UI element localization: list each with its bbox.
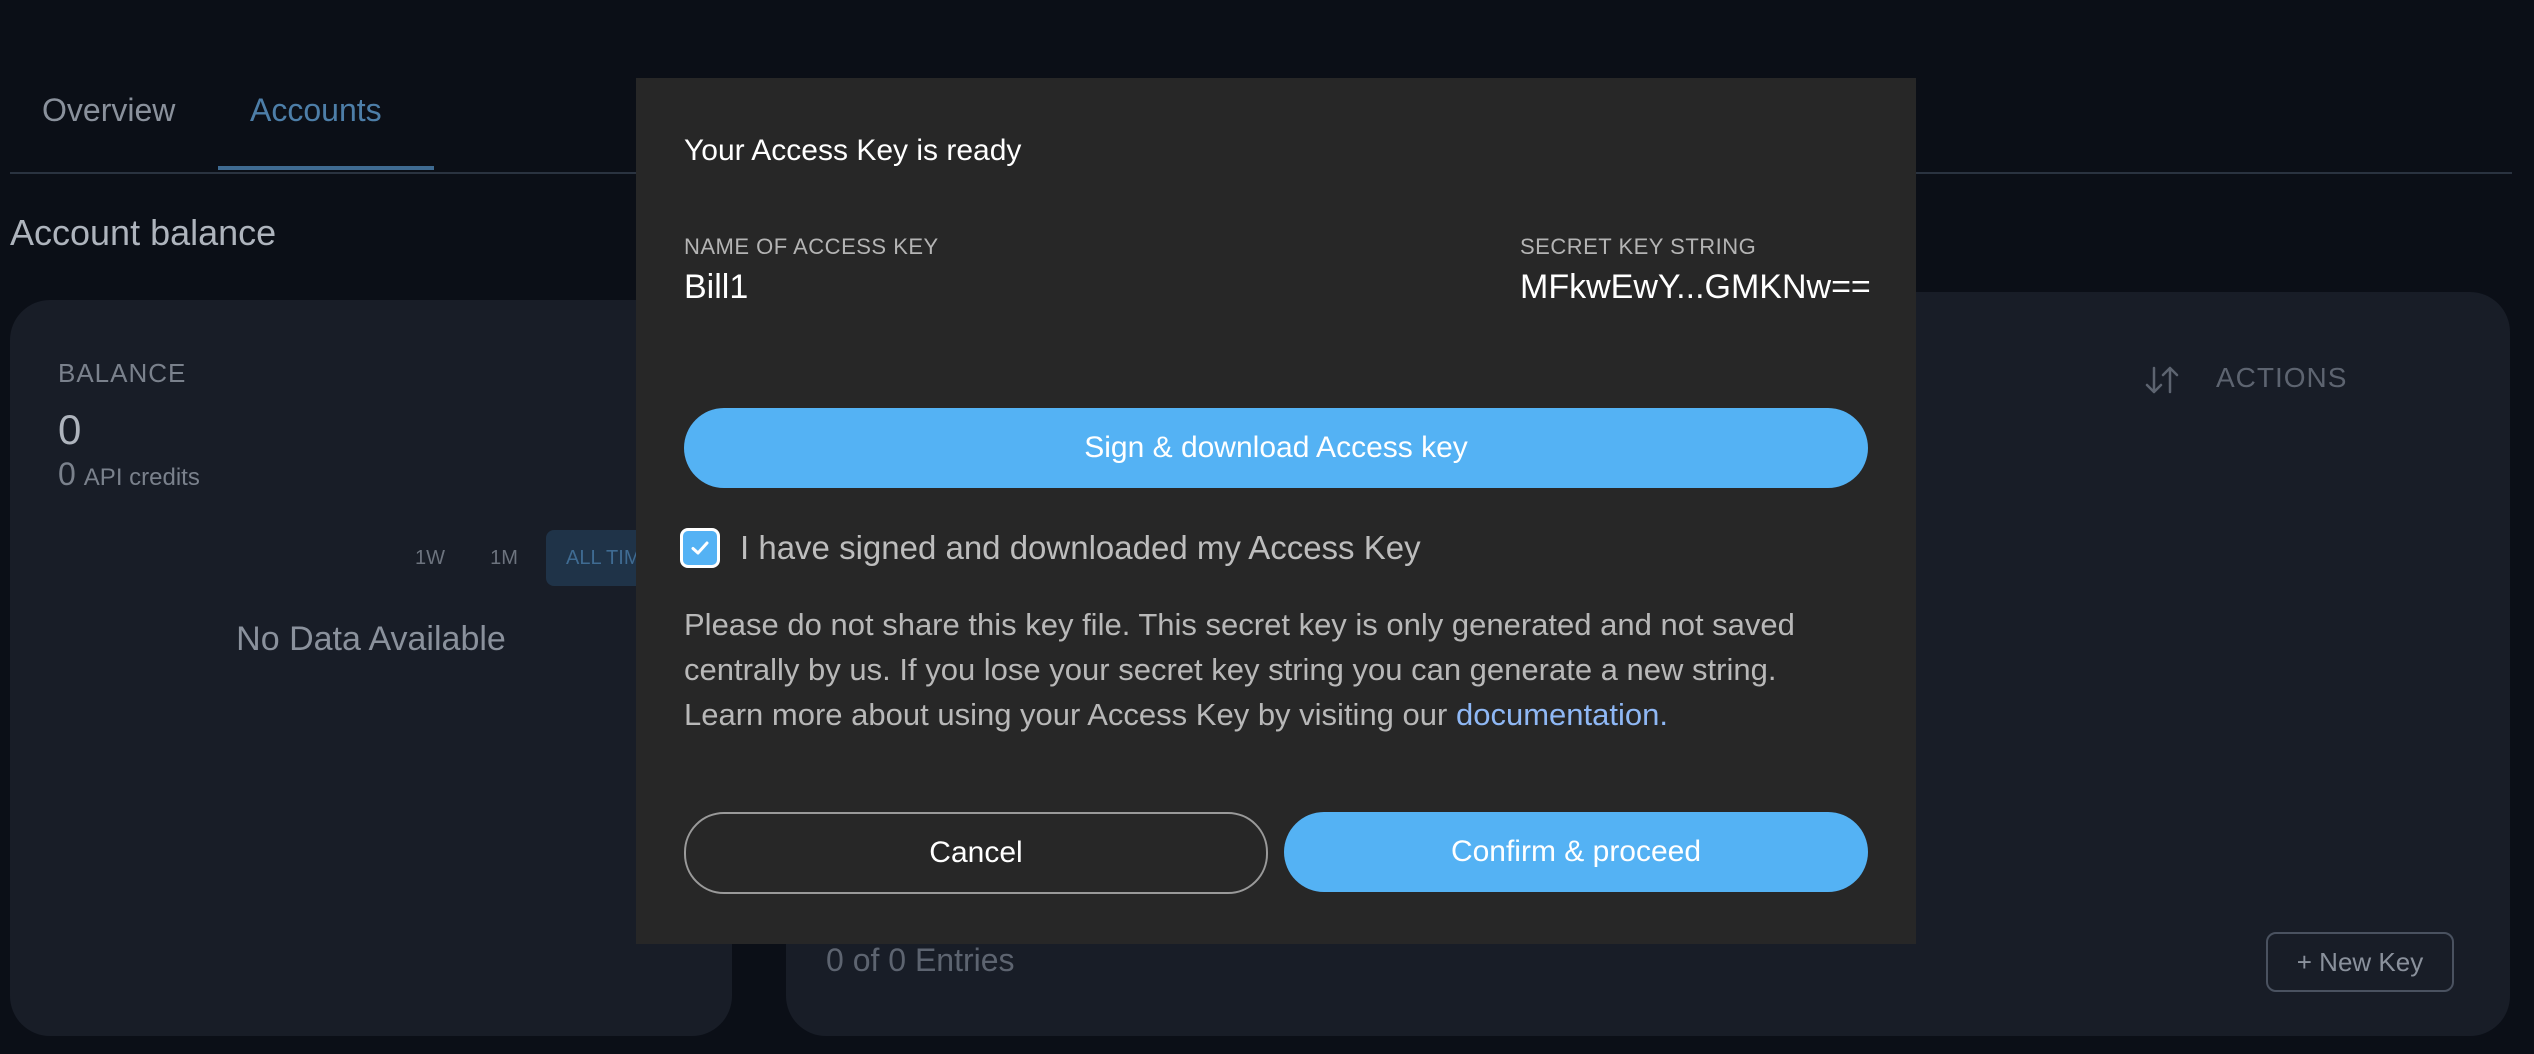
column-header-actions: ACTIONS [2216, 362, 2348, 393]
balance-card: BALANCE 0 0 API credits 1W 1M ALL TIM No … [10, 300, 732, 1036]
documentation-link[interactable]: documentation. [1456, 697, 1668, 732]
balance-value: 0 [58, 406, 82, 453]
access-key-modal: Your Access Key is ready NAME OF ACCESS … [636, 78, 1916, 944]
info-line-3-prefix: Learn more about using your Access Key b… [684, 697, 1456, 732]
sort-arrows-icon[interactable] [2142, 362, 2182, 398]
info-line-2: centrally by us. If you lose your secret… [684, 652, 1777, 687]
check-icon [691, 541, 709, 555]
confirmation-checkbox-row[interactable]: I have signed and downloaded my Access K… [680, 526, 1421, 570]
no-data-message: No Data Available [236, 620, 506, 658]
range-1w-button[interactable]: 1W [398, 530, 462, 586]
section-title: Account balance [10, 212, 277, 253]
new-key-button[interactable]: + New Key [2266, 932, 2454, 992]
key-name-label: NAME OF ACCESS KEY [684, 234, 939, 259]
entries-count: 0 of 0 Entries [826, 942, 1015, 978]
balance-label: BALANCE [58, 358, 187, 388]
credits-unit: API credits [83, 464, 200, 491]
key-name-value: Bill1 [684, 268, 749, 306]
credits-row: 0 API credits [58, 456, 200, 493]
modal-title: Your Access Key is ready [684, 134, 1022, 167]
tab-accounts[interactable]: Accounts [250, 92, 382, 129]
active-tab-indicator [218, 166, 434, 170]
sign-download-button[interactable]: Sign & download Access key [684, 408, 1868, 488]
info-line-3: Learn more about using your Access Key b… [684, 692, 1884, 737]
confirm-proceed-button[interactable]: Confirm & proceed [1284, 812, 1868, 892]
security-info-text: Please do not share this key file. This … [684, 602, 1884, 737]
secret-key-value: MFkwEwY...GMKNw== [1520, 268, 1871, 306]
info-line-1: Please do not share this key file. This … [684, 607, 1795, 642]
cancel-button[interactable]: Cancel [684, 812, 1268, 894]
credits-value: 0 [58, 456, 76, 492]
tab-overview[interactable]: Overview [42, 92, 175, 129]
confirmation-checkbox[interactable] [680, 528, 720, 568]
secret-key-label: SECRET KEY STRING [1520, 234, 1757, 259]
range-1m-button[interactable]: 1M [472, 530, 536, 586]
confirmation-checkbox-label[interactable]: I have signed and downloaded my Access K… [740, 529, 1421, 567]
